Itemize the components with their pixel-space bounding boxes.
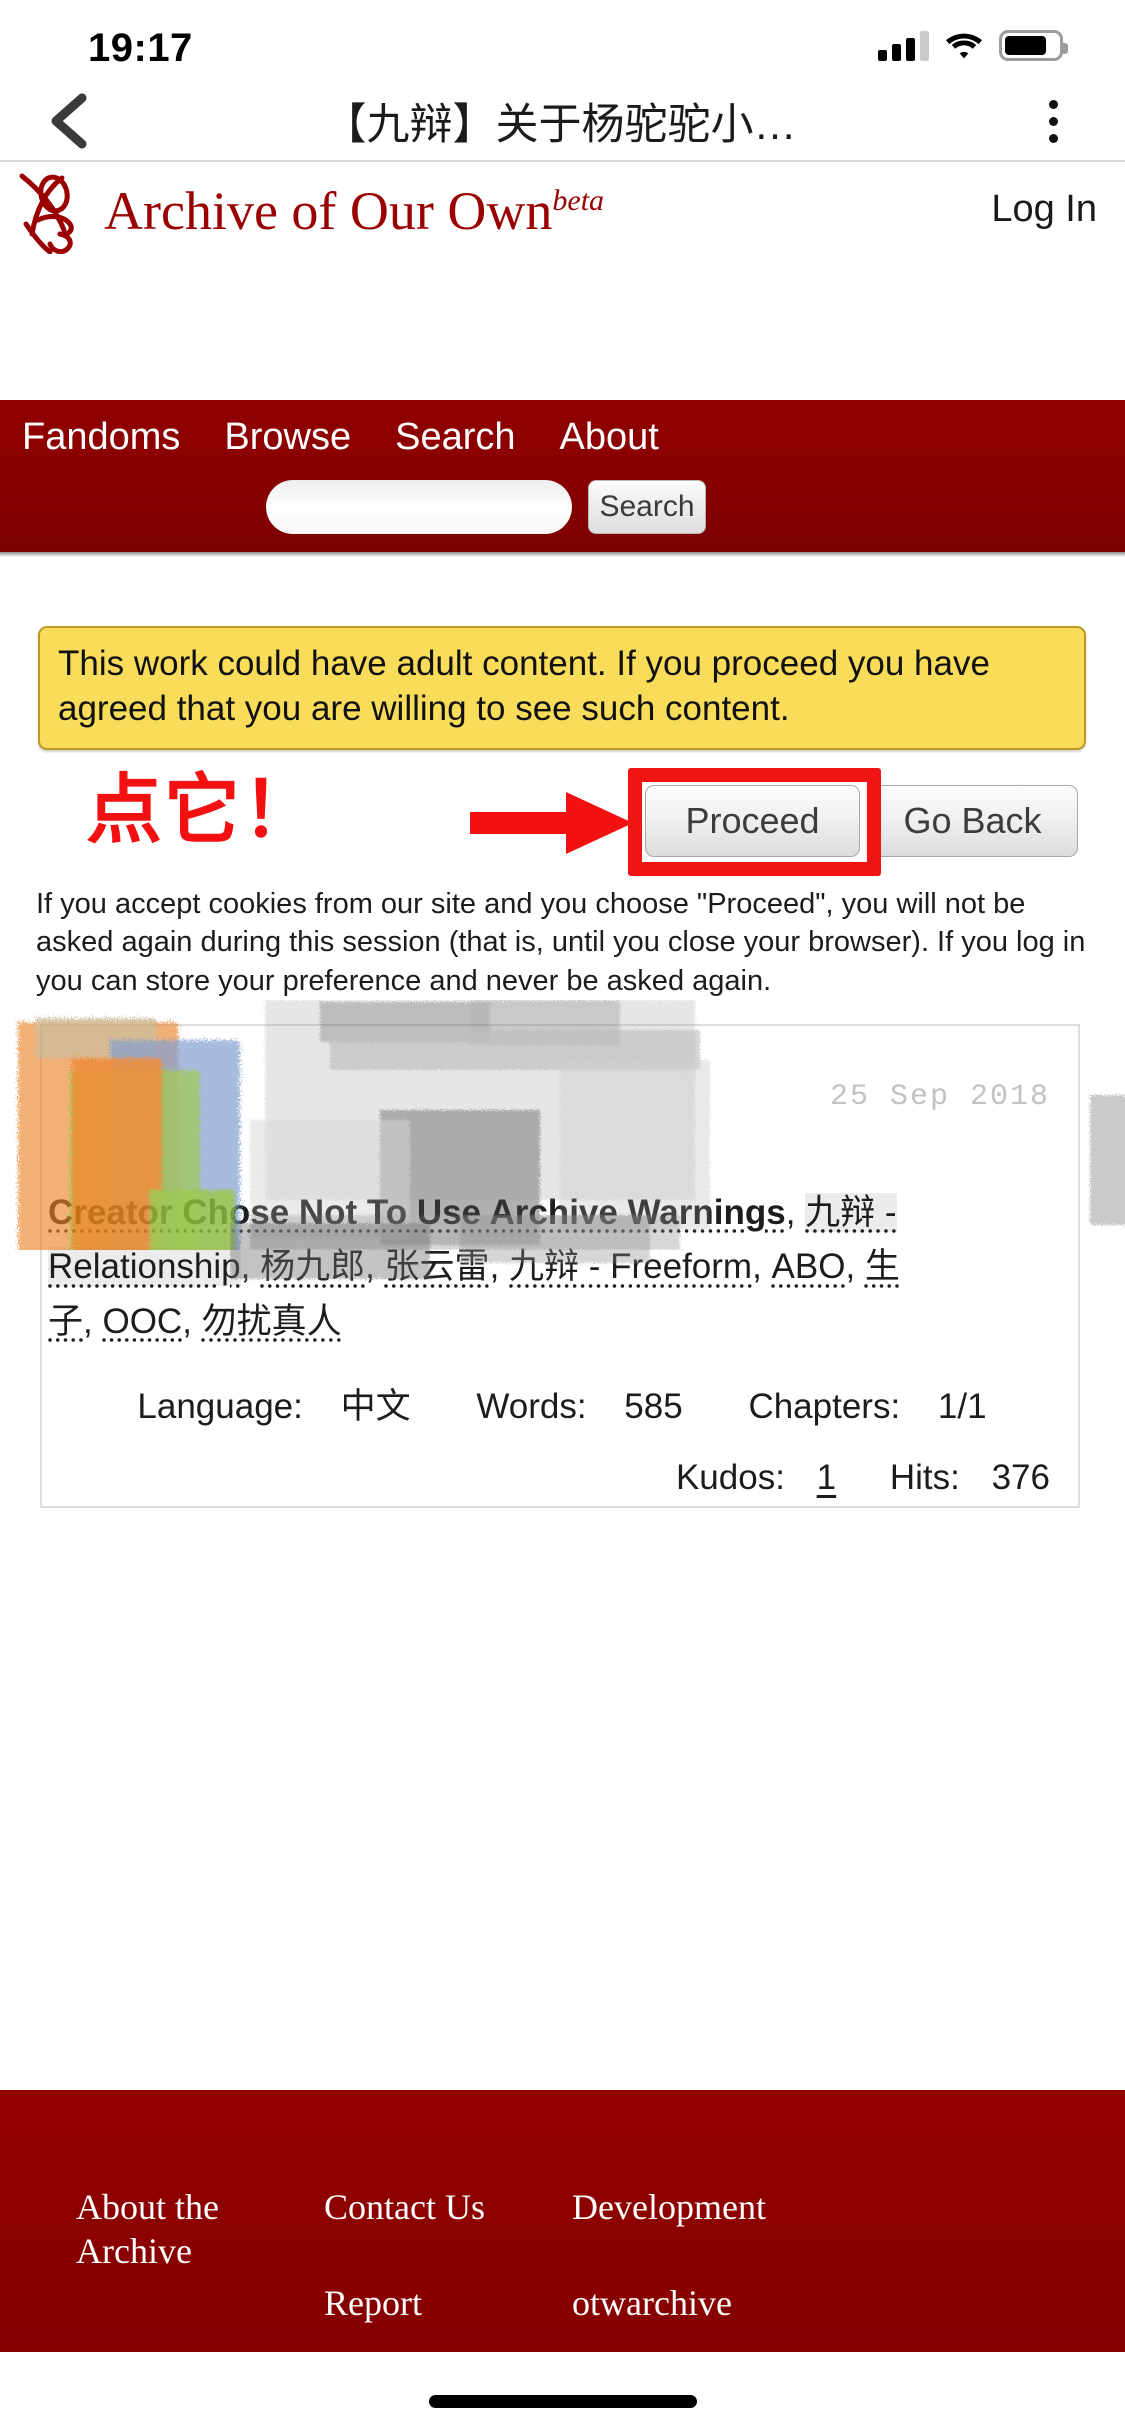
work-stats-primary: Language: 中文 Words: 585 Chapters: 1/1 <box>42 1378 1082 1429</box>
work-preview-card[interactable]: 25 Sep 2018 Creator Chose Not To Use Arc… <box>40 1024 1080 1508</box>
nav-item-fandoms[interactable]: Fandoms <box>22 416 180 459</box>
stat-kudos-value[interactable]: 1 <box>817 1458 836 1497</box>
site-name: Archive of Our Ownbeta <box>104 184 604 238</box>
footer-column-contact: Contact Us Report <box>324 2186 572 2326</box>
home-indicator[interactable] <box>428 2395 697 2408</box>
tag-sep: , <box>752 1247 772 1287</box>
footer-link-contact-us[interactable]: Contact Us <box>324 2186 572 2230</box>
nav-item-search[interactable]: Search <box>395 416 515 459</box>
tag-character-zhangyunlei[interactable]: 张云雷 <box>385 1247 490 1286</box>
tag-ooc[interactable]: OOC <box>102 1302 182 1341</box>
footer-link-about-the-archive[interactable]: About the Archive <box>76 2186 324 2274</box>
more-vertical-icon[interactable] <box>1023 78 1083 164</box>
site-search-form: Search <box>0 480 1125 544</box>
footer-link-report[interactable]: Report <box>324 2282 572 2326</box>
stat-chapters-value: 1/1 <box>937 1387 987 1426</box>
footer-column-development: Development otwarchive <box>572 2186 822 2326</box>
footer-link-development[interactable]: Development <box>572 2186 822 2230</box>
nav-item-browse[interactable]: Browse <box>224 416 351 459</box>
work-date: 25 Sep 2018 <box>829 1080 1050 1114</box>
footer-columns: About the Archive Contact Us Report Deve… <box>76 2186 822 2326</box>
stat-hits-label: Hits: <box>889 1458 960 1497</box>
tag-sep: , <box>240 1247 261 1287</box>
beta-label: beta <box>552 184 605 217</box>
stat-words-value: 585 <box>624 1387 683 1426</box>
stat-hits: Hits: 376 <box>868 1458 1050 1497</box>
nav-links: Fandoms Browse Search About <box>22 416 659 459</box>
site-logo[interactable]: Archive of Our Ownbeta <box>16 168 604 255</box>
tag-character-yangjiulang[interactable]: 杨九郎 <box>260 1247 365 1286</box>
work-tags: Creator Chose Not To Use Archive Warning… <box>48 1186 1070 1349</box>
cookie-notice-text: If you accept cookies from our site and … <box>36 888 1086 997</box>
proceed-actions: Proceed Go Back <box>0 768 1125 876</box>
stat-words-label: Words: <box>476 1387 587 1426</box>
tag-sep: , <box>785 1193 806 1232</box>
tag-archive-warning[interactable]: Creator Chose Not To Use Archive Warning… <box>48 1193 786 1232</box>
site-name-text: Archive of Our Own <box>104 181 553 241</box>
go-back-button[interactable]: Go Back <box>867 785 1078 857</box>
tag-sep: , <box>365 1247 385 1287</box>
adult-content-notice: This work could have adult content. If y… <box>38 626 1086 750</box>
site-header: Archive of Our Ownbeta Log In <box>0 162 1125 260</box>
stat-language-label: Language: <box>137 1387 303 1426</box>
main-navigation-bar: Fandoms Browse Search About Search <box>0 400 1125 552</box>
battery-icon <box>999 30 1068 61</box>
tag-sep: , <box>182 1301 202 1341</box>
tag-abo[interactable]: ABO <box>772 1247 846 1286</box>
page-title: 【九辩】关于杨驼驼小… <box>323 101 797 149</box>
tag-sep: , <box>83 1301 103 1341</box>
stat-hits-value: 376 <box>991 1458 1050 1497</box>
stat-words: Words: 585 <box>462 1387 696 1426</box>
search-button[interactable]: Search <box>588 480 706 534</box>
status-bar-clock: 19:17 <box>88 26 193 70</box>
adult-content-notice-text: This work could have adult content. If y… <box>58 644 990 728</box>
footer-column-about: About the Archive <box>76 2186 324 2326</box>
tag-freeform[interactable]: 九辩 - Freeform <box>509 1247 752 1286</box>
stat-language-value: 中文 <box>340 1387 411 1426</box>
footer-link-otwarchive[interactable]: otwarchive <box>572 2282 822 2326</box>
login-link[interactable]: Log In <box>991 188 1097 231</box>
navbar-shadow <box>0 552 1125 557</box>
site-footer: About the Archive Contact Us Report Deve… <box>0 2090 1125 2352</box>
stat-chapters-label: Chapters: <box>748 1387 901 1426</box>
cellular-signal-icon <box>878 30 929 61</box>
browser-toolbar: 【九辩】关于杨驼驼小… <box>0 93 1125 160</box>
ao3-logo-icon <box>16 168 108 255</box>
chevron-left-icon[interactable] <box>30 78 110 164</box>
nav-item-about[interactable]: About <box>560 416 659 459</box>
tag-sep: , <box>489 1247 510 1287</box>
tag-wurao-zhenren[interactable]: 勿扰真人 <box>202 1302 342 1341</box>
stat-kudos-label: Kudos: <box>675 1458 785 1497</box>
status-bar-icons <box>878 30 1068 61</box>
wifi-icon <box>945 31 983 61</box>
work-stats-secondary: Kudos: 1 Hits: 376 <box>632 1458 1050 1498</box>
phone-screen: 19:17 【九辩】关于杨驼驼小… Archive of Our Ownbeta… <box>0 0 1125 2436</box>
proceed-button[interactable]: Proceed <box>645 785 860 857</box>
tag-sep: , <box>845 1247 865 1287</box>
stat-chapters: Chapters: 1/1 <box>734 1387 1000 1426</box>
stat-kudos: Kudos: 1 <box>654 1458 836 1497</box>
search-input[interactable] <box>266 480 572 534</box>
stat-language: Language: 中文 <box>123 1387 424 1426</box>
